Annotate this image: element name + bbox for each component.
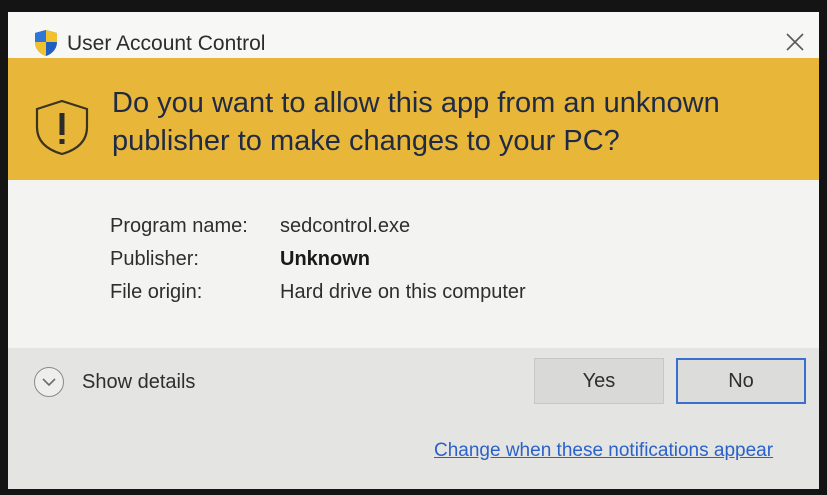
close-icon xyxy=(786,33,804,51)
change-notifications-link[interactable]: Change when these notifications appear xyxy=(434,440,773,462)
prompt-line-1: Do you want to allow this app from an un… xyxy=(112,87,720,119)
warning-shield-icon xyxy=(35,99,89,156)
show-details-label: Show details xyxy=(82,370,196,393)
prompt-banner: Do you want to allow this app from an un… xyxy=(8,58,819,180)
prompt-line-2: publisher to make changes to your PC? xyxy=(112,125,620,157)
window-title: User Account Control xyxy=(67,32,266,55)
title-bar: User Account Control xyxy=(8,12,819,58)
no-button[interactable]: No xyxy=(676,358,806,404)
publisher-value: Unknown xyxy=(280,248,370,270)
program-details: Program name: sedcontrol.exe Publisher: … xyxy=(8,180,819,348)
prompt-question: Do you want to allow this app from an un… xyxy=(112,84,802,160)
uac-dialog: User Account Control Do you want to allo… xyxy=(8,12,819,489)
file-origin-value: Hard drive on this computer xyxy=(280,281,526,303)
chevron-down-icon xyxy=(34,367,64,397)
program-name-label: Program name: xyxy=(110,215,248,237)
footer-area: Show details Yes No Change when these no… xyxy=(8,348,819,489)
file-origin-label: File origin: xyxy=(110,281,203,303)
uac-shield-icon xyxy=(35,30,57,56)
close-button[interactable] xyxy=(778,26,812,58)
publisher-label: Publisher: xyxy=(110,248,199,270)
show-details-toggle[interactable]: Show details xyxy=(34,364,195,400)
yes-button[interactable]: Yes xyxy=(534,358,664,404)
program-name-value: sedcontrol.exe xyxy=(280,215,411,237)
